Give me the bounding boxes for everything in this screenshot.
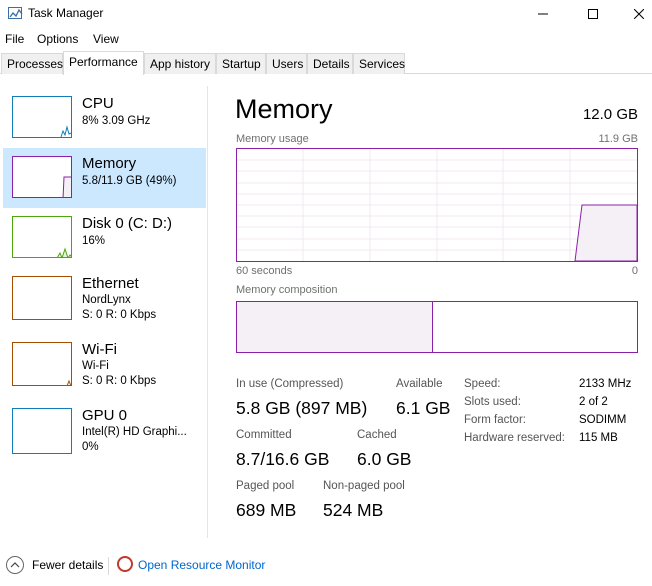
sidebar-item-detail: 5.8/11.9 GB (49%)	[82, 175, 177, 187]
sidebar-item-ethernet[interactable]: Ethernet NordLynx S: 0 R: 0 Kbps	[3, 268, 206, 328]
sidebar-item-throughput: S: 0 R: 0 Kbps	[82, 309, 157, 321]
sidebar-item-detail: 16%	[82, 235, 106, 247]
sidebar-item-name: Disk 0 (C: D:)	[82, 215, 172, 232]
memory-detail-panel: Memory 12.0 GB Memory usage 11.9 GB 60 s…	[210, 86, 652, 538]
memory-usage-label: Memory usage	[236, 133, 309, 145]
maximize-button[interactable]	[570, 0, 616, 28]
footer-bar: Fewer details Open Resource Monitor	[0, 552, 652, 580]
memory-usage-area	[574, 204, 637, 261]
form-factor-label: Form factor:	[464, 414, 526, 426]
nonpaged-pool-label: Non-paged pool	[323, 480, 405, 492]
footer-divider	[108, 557, 109, 575]
menu-bar: File Options View	[0, 29, 652, 49]
tab-performance[interactable]: Performance	[63, 51, 144, 75]
paged-pool-value: 689 MB	[236, 500, 297, 520]
sidebar-item-detail: Wi-Fi	[82, 360, 109, 372]
ethernet-thumbnail-graph	[12, 276, 72, 320]
window-title: Task Manager	[28, 6, 104, 20]
memory-thumbnail-graph	[12, 156, 72, 198]
committed-value: 8.7/16.6 GB	[236, 449, 330, 469]
available-value: 6.1 GB	[396, 398, 451, 418]
title-bar: Task Manager	[0, 0, 652, 28]
tab-bar: Processes Performance App history Startu…	[0, 51, 652, 75]
menu-file[interactable]: File	[5, 32, 24, 46]
tab-services[interactable]: Services	[353, 53, 405, 74]
hardware-reserved-value: 115 MB	[579, 432, 618, 444]
gpu-thumbnail-graph	[12, 408, 72, 454]
committed-label: Committed	[236, 429, 292, 441]
tab-startup[interactable]: Startup	[216, 53, 266, 74]
menu-options[interactable]: Options	[37, 32, 78, 46]
sidebar-item-name: Memory	[82, 155, 137, 172]
nonpaged-pool-value: 524 MB	[323, 500, 384, 520]
memory-usage-max: 11.9 GB	[598, 133, 638, 145]
available-label: Available	[396, 378, 443, 390]
disk-thumbnail-graph	[12, 216, 72, 258]
cached-label: Cached	[357, 429, 397, 441]
sidebar-item-utilization: 0%	[82, 441, 99, 453]
sidebar-item-detail: NordLynx	[82, 294, 131, 306]
speed-label: Speed:	[464, 378, 501, 390]
sidebar-item-detail: 8% 3.09 GHz	[82, 115, 151, 127]
in-use-value: 5.8 GB (897 MB)	[236, 398, 368, 418]
sidebar-item-name: Ethernet	[82, 275, 139, 292]
total-memory: 12.0 GB	[582, 106, 638, 123]
task-manager-icon	[8, 7, 23, 19]
performance-sidebar: CPU 8% 3.09 GHz Memory 5.8/11.9 GB (49%)…	[0, 86, 208, 538]
paged-pool-label: Paged pool	[236, 480, 295, 492]
sidebar-item-wifi[interactable]: Wi-Fi Wi-Fi S: 0 R: 0 Kbps	[3, 334, 206, 394]
page-title: Memory	[235, 94, 333, 124]
wifi-thumbnail-graph	[12, 342, 72, 386]
sidebar-item-name: GPU 0	[82, 407, 128, 424]
maximize-icon	[588, 9, 598, 19]
speed-value: 2133 MHz	[579, 378, 632, 390]
in-use-label: In use (Compressed)	[236, 378, 344, 390]
minimize-icon	[538, 13, 548, 15]
memory-in-use-segment	[237, 302, 433, 352]
chevron-up-icon[interactable]	[6, 556, 24, 574]
cached-value: 6.0 GB	[357, 449, 412, 469]
close-button[interactable]	[616, 0, 652, 28]
cpu-thumbnail-graph	[12, 96, 72, 138]
menu-view[interactable]: View	[93, 32, 119, 46]
sidebar-item-disk[interactable]: Disk 0 (C: D:) 16%	[3, 208, 206, 268]
tab-details[interactable]: Details	[307, 53, 353, 74]
memory-usage-graph	[236, 148, 638, 262]
slots-label: Slots used:	[464, 396, 521, 408]
sidebar-item-gpu[interactable]: GPU 0 Intel(R) HD Graphi... 0%	[3, 400, 206, 460]
open-resource-monitor-link[interactable]: Open Resource Monitor	[138, 558, 265, 572]
tab-app-history[interactable]: App history	[144, 53, 216, 74]
time-end-label: 0	[631, 265, 638, 277]
sidebar-item-name: CPU	[82, 95, 114, 112]
tab-processes[interactable]: Processes	[1, 53, 63, 74]
tab-users[interactable]: Users	[266, 53, 307, 74]
close-icon	[634, 9, 644, 19]
sidebar-item-memory[interactable]: Memory 5.8/11.9 GB (49%)	[3, 148, 206, 208]
fewer-details-button[interactable]: Fewer details	[32, 558, 103, 572]
memory-composition-label: Memory composition	[236, 284, 338, 296]
sidebar-item-cpu[interactable]: CPU 8% 3.09 GHz	[3, 88, 206, 148]
resource-monitor-icon[interactable]	[117, 556, 133, 572]
sidebar-item-name: Wi-Fi	[82, 341, 117, 358]
sidebar-item-throughput: S: 0 R: 0 Kbps	[82, 375, 157, 387]
slots-value: 2 of 2	[579, 396, 608, 408]
minimize-button[interactable]	[520, 0, 566, 28]
memory-composition-bar	[236, 301, 638, 353]
sidebar-item-detail: Intel(R) HD Graphi...	[82, 426, 187, 438]
time-span-label: 60 seconds	[236, 265, 293, 277]
form-factor-value: SODIMM	[579, 414, 627, 426]
hardware-reserved-label: Hardware reserved:	[464, 432, 565, 444]
